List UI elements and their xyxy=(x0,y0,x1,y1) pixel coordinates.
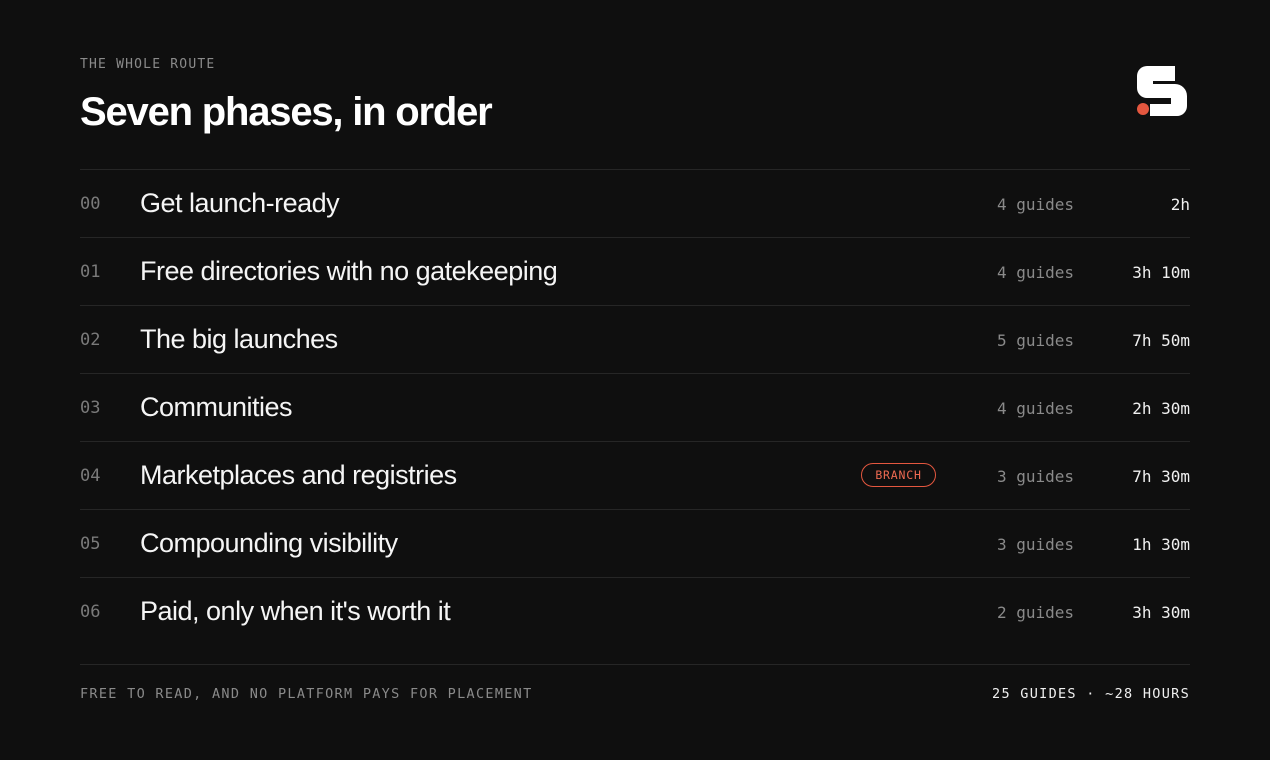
phase-duration: 7h 50m xyxy=(1132,331,1190,350)
phase-guide-count: 4 guides xyxy=(996,195,1074,214)
phase-row[interactable]: 06 Paid, only when it's worth it 2 guide… xyxy=(80,578,1190,645)
footer-divider xyxy=(80,664,1190,665)
phase-row[interactable]: 03 Communities 4 guides 2h 30m xyxy=(80,374,1190,442)
phase-number: 00 xyxy=(80,194,101,214)
phase-number: 01 xyxy=(80,262,101,282)
phase-guide-count: 4 guides xyxy=(996,263,1074,282)
branch-badge: BRANCH xyxy=(861,463,936,487)
phase-duration: 3h 10m xyxy=(1132,263,1190,282)
phase-name: Compounding visibility xyxy=(140,528,398,558)
phase-name: Communities xyxy=(140,392,293,422)
phase-row[interactable]: 05 Compounding visibility 3 guides 1h 30… xyxy=(80,510,1190,578)
phase-name: Marketplaces and registries xyxy=(140,460,457,490)
phase-guide-count: 5 guides xyxy=(996,331,1074,350)
phase-number: 05 xyxy=(80,534,101,554)
phase-guide-count: 3 guides xyxy=(996,467,1074,486)
phase-duration: 3h 30m xyxy=(1132,603,1190,622)
phase-row[interactable]: 01 Free directories with no gatekeeping … xyxy=(80,238,1190,306)
page-title: Seven phases, in order xyxy=(80,90,493,134)
phase-row[interactable]: 04 Marketplaces and registries BRANCH 3 … xyxy=(80,442,1190,510)
s-logo-icon xyxy=(1135,64,1189,118)
phase-duration: 2h xyxy=(1170,195,1190,214)
phase-guide-count: 4 guides xyxy=(996,399,1074,418)
phase-name: Paid, only when it's worth it xyxy=(140,596,451,626)
phase-row[interactable]: 02 The big launches 5 guides 7h 50m xyxy=(80,306,1190,374)
phase-name: Free directories with no gatekeeping xyxy=(140,256,558,286)
phase-list: 00 Get launch-ready 4 guides 2h 01 Free … xyxy=(80,169,1190,645)
footer-summary: 25 GUIDES · ~28 HOURS xyxy=(992,686,1190,702)
phase-number: 03 xyxy=(80,398,101,418)
phase-guide-count: 3 guides xyxy=(996,535,1074,554)
phase-duration: 1h 30m xyxy=(1132,535,1190,554)
phase-number: 02 xyxy=(80,330,101,350)
phase-number: 04 xyxy=(80,466,101,486)
section-eyebrow: THE WHOLE ROUTE xyxy=(80,57,216,72)
phase-number: 06 xyxy=(80,602,101,622)
footer-note: FREE TO READ, AND NO PLATFORM PAYS FOR P… xyxy=(80,686,533,702)
phase-row[interactable]: 00 Get launch-ready 4 guides 2h xyxy=(80,170,1190,238)
phase-guide-count: 2 guides xyxy=(996,603,1074,622)
phase-name: Get launch-ready xyxy=(140,188,340,218)
phase-duration: 7h 30m xyxy=(1132,467,1190,486)
phase-name: The big launches xyxy=(140,324,338,354)
phase-duration: 2h 30m xyxy=(1132,399,1190,418)
